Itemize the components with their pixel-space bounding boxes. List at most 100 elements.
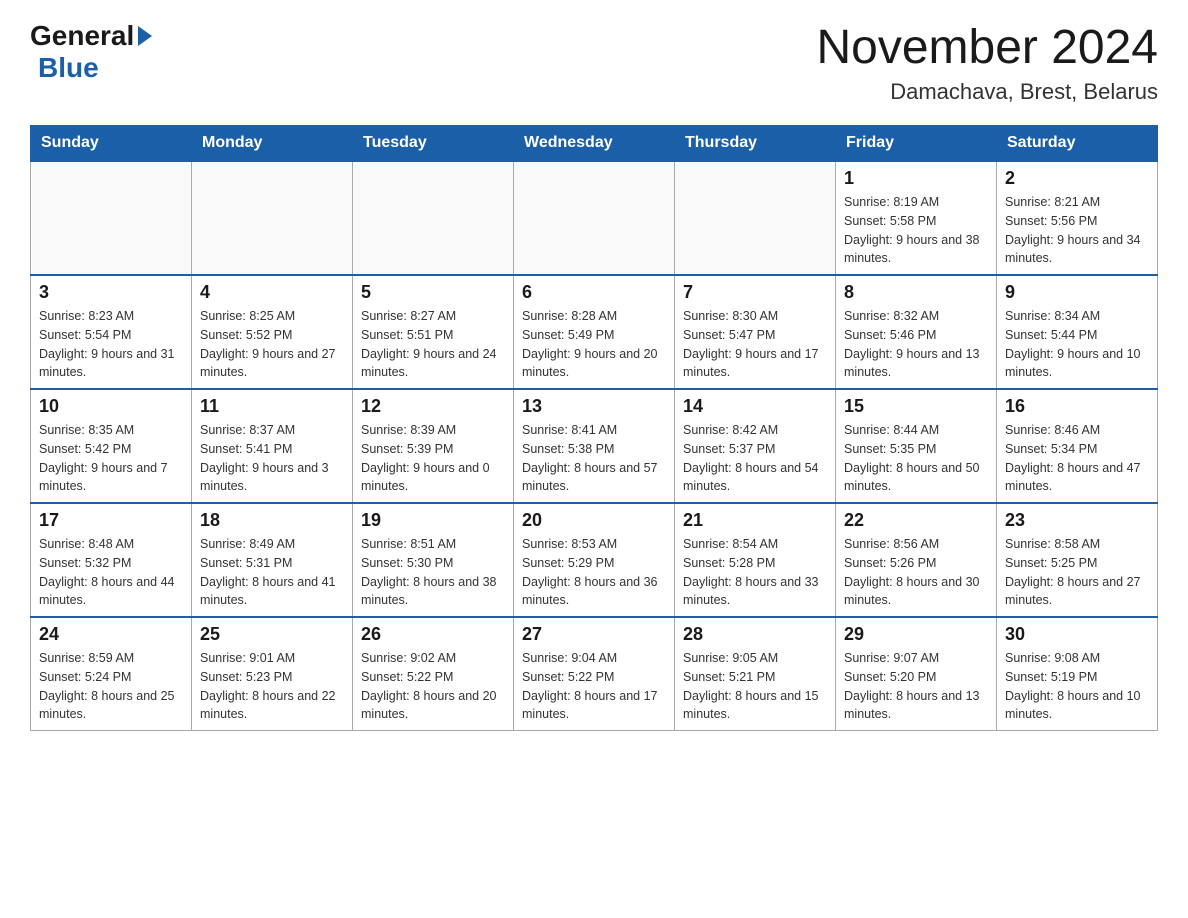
calendar-cell: 5 Sunrise: 8:27 AMSunset: 5:51 PMDaylight… xyxy=(353,275,514,389)
calendar-cell: 27 Sunrise: 9:04 AMSunset: 5:22 PMDayligh… xyxy=(514,617,675,731)
day-number: 27 xyxy=(522,624,666,645)
calendar-week-row: 3 Sunrise: 8:23 AMSunset: 5:54 PMDaylight… xyxy=(31,275,1158,389)
day-detail: Sunrise: 8:53 AMSunset: 5:29 PMDaylight:… xyxy=(522,535,666,610)
day-detail: Sunrise: 8:37 AMSunset: 5:41 PMDaylight:… xyxy=(200,421,344,496)
day-number: 28 xyxy=(683,624,827,645)
header-row: Sunday Monday Tuesday Wednesday Thursday… xyxy=(31,126,1158,162)
calendar-cell: 10 Sunrise: 8:35 AMSunset: 5:42 PMDayligh… xyxy=(31,389,192,503)
calendar-cell: 28 Sunrise: 9:05 AMSunset: 5:21 PMDayligh… xyxy=(675,617,836,731)
day-number: 30 xyxy=(1005,624,1149,645)
header-saturday: Saturday xyxy=(997,126,1158,162)
calendar-cell: 2 Sunrise: 8:21 AMSunset: 5:56 PMDaylight… xyxy=(997,161,1158,275)
header-thursday: Thursday xyxy=(675,126,836,162)
day-number: 5 xyxy=(361,282,505,303)
calendar-cell: 30Sunrise: 9:08 AMSunset: 5:19 PMDayligh… xyxy=(997,617,1158,731)
calendar-week-row: 24Sunrise: 8:59 AMSunset: 5:24 PMDayligh… xyxy=(31,617,1158,731)
day-detail: Sunrise: 8:19 AMSunset: 5:58 PMDaylight:… xyxy=(844,193,988,268)
day-number: 7 xyxy=(683,282,827,303)
day-detail: Sunrise: 8:21 AMSunset: 5:56 PMDaylight:… xyxy=(1005,193,1149,268)
day-number: 11 xyxy=(200,396,344,417)
month-title: November 2024 xyxy=(816,20,1158,75)
day-number: 9 xyxy=(1005,282,1149,303)
header-tuesday: Tuesday xyxy=(353,126,514,162)
logo-arrow-icon xyxy=(138,26,152,46)
calendar-cell xyxy=(192,161,353,275)
calendar-cell: 11 Sunrise: 8:37 AMSunset: 5:41 PMDayligh… xyxy=(192,389,353,503)
day-detail: Sunrise: 8:56 AMSunset: 5:26 PMDaylight:… xyxy=(844,535,988,610)
calendar-cell: 24Sunrise: 8:59 AMSunset: 5:24 PMDayligh… xyxy=(31,617,192,731)
calendar-cell: 19Sunrise: 8:51 AMSunset: 5:30 PMDayligh… xyxy=(353,503,514,617)
calendar-cell xyxy=(353,161,514,275)
day-number: 24 xyxy=(39,624,183,645)
logo-blue-text: Blue xyxy=(38,52,99,83)
day-detail: Sunrise: 9:05 AMSunset: 5:21 PMDaylight:… xyxy=(683,649,827,724)
day-number: 13 xyxy=(522,396,666,417)
day-number: 15 xyxy=(844,396,988,417)
calendar-cell: 14 Sunrise: 8:42 AMSunset: 5:37 PMDayligh… xyxy=(675,389,836,503)
calendar-cell xyxy=(675,161,836,275)
day-number: 3 xyxy=(39,282,183,303)
day-number: 29 xyxy=(844,624,988,645)
calendar-cell: 8 Sunrise: 8:32 AMSunset: 5:46 PMDaylight… xyxy=(836,275,997,389)
day-number: 14 xyxy=(683,396,827,417)
day-number: 16 xyxy=(1005,396,1149,417)
calendar-cell: 3 Sunrise: 8:23 AMSunset: 5:54 PMDaylight… xyxy=(31,275,192,389)
calendar-cell: 17Sunrise: 8:48 AMSunset: 5:32 PMDayligh… xyxy=(31,503,192,617)
calendar-cell: 4 Sunrise: 8:25 AMSunset: 5:52 PMDaylight… xyxy=(192,275,353,389)
day-detail: Sunrise: 8:51 AMSunset: 5:30 PMDaylight:… xyxy=(361,535,505,610)
location-subtitle: Damachava, Brest, Belarus xyxy=(816,79,1158,105)
title-area: November 2024 Damachava, Brest, Belarus xyxy=(816,20,1158,105)
day-detail: Sunrise: 8:28 AMSunset: 5:49 PMDaylight:… xyxy=(522,307,666,382)
day-detail: Sunrise: 8:49 AMSunset: 5:31 PMDaylight:… xyxy=(200,535,344,610)
day-detail: Sunrise: 9:04 AMSunset: 5:22 PMDaylight:… xyxy=(522,649,666,724)
day-detail: Sunrise: 8:44 AMSunset: 5:35 PMDaylight:… xyxy=(844,421,988,496)
calendar-cell: 21 Sunrise: 8:54 AMSunset: 5:28 PMDayligh… xyxy=(675,503,836,617)
day-number: 10 xyxy=(39,396,183,417)
day-detail: Sunrise: 8:25 AMSunset: 5:52 PMDaylight:… xyxy=(200,307,344,382)
day-number: 23 xyxy=(1005,510,1149,531)
day-number: 4 xyxy=(200,282,344,303)
day-detail: Sunrise: 8:32 AMSunset: 5:46 PMDaylight:… xyxy=(844,307,988,382)
calendar-cell xyxy=(31,161,192,275)
calendar-cell: 1 Sunrise: 8:19 AMSunset: 5:58 PMDaylight… xyxy=(836,161,997,275)
day-detail: Sunrise: 8:42 AMSunset: 5:37 PMDaylight:… xyxy=(683,421,827,496)
calendar-header: Sunday Monday Tuesday Wednesday Thursday… xyxy=(31,126,1158,162)
calendar-cell: 20Sunrise: 8:53 AMSunset: 5:29 PMDayligh… xyxy=(514,503,675,617)
calendar-table: Sunday Monday Tuesday Wednesday Thursday… xyxy=(30,125,1158,731)
calendar-cell: 23 Sunrise: 8:58 AMSunset: 5:25 PMDayligh… xyxy=(997,503,1158,617)
day-number: 1 xyxy=(844,168,988,189)
calendar-cell: 12Sunrise: 8:39 AMSunset: 5:39 PMDayligh… xyxy=(353,389,514,503)
calendar-week-row: 10 Sunrise: 8:35 AMSunset: 5:42 PMDayligh… xyxy=(31,389,1158,503)
calendar-cell: 26Sunrise: 9:02 AMSunset: 5:22 PMDayligh… xyxy=(353,617,514,731)
day-number: 22 xyxy=(844,510,988,531)
day-detail: Sunrise: 8:35 AMSunset: 5:42 PMDaylight:… xyxy=(39,421,183,496)
day-detail: Sunrise: 9:02 AMSunset: 5:22 PMDaylight:… xyxy=(361,649,505,724)
page-header: General Blue November 2024 Damachava, Br… xyxy=(30,20,1158,105)
day-detail: Sunrise: 8:23 AMSunset: 5:54 PMDaylight:… xyxy=(39,307,183,382)
calendar-cell: 18 Sunrise: 8:49 AMSunset: 5:31 PMDayligh… xyxy=(192,503,353,617)
day-detail: Sunrise: 8:58 AMSunset: 5:25 PMDaylight:… xyxy=(1005,535,1149,610)
logo-text: General xyxy=(30,20,154,52)
day-detail: Sunrise: 8:34 AMSunset: 5:44 PMDaylight:… xyxy=(1005,307,1149,382)
header-sunday: Sunday xyxy=(31,126,192,162)
day-number: 18 xyxy=(200,510,344,531)
day-detail: Sunrise: 8:41 AMSunset: 5:38 PMDaylight:… xyxy=(522,421,666,496)
day-number: 6 xyxy=(522,282,666,303)
calendar-cell: 7Sunrise: 8:30 AMSunset: 5:47 PMDaylight… xyxy=(675,275,836,389)
day-number: 8 xyxy=(844,282,988,303)
header-monday: Monday xyxy=(192,126,353,162)
header-wednesday: Wednesday xyxy=(514,126,675,162)
calendar-cell: 15 Sunrise: 8:44 AMSunset: 5:35 PMDayligh… xyxy=(836,389,997,503)
day-number: 21 xyxy=(683,510,827,531)
day-detail: Sunrise: 8:54 AMSunset: 5:28 PMDaylight:… xyxy=(683,535,827,610)
day-detail: Sunrise: 9:01 AMSunset: 5:23 PMDaylight:… xyxy=(200,649,344,724)
calendar-cell: 25 Sunrise: 9:01 AMSunset: 5:23 PMDayligh… xyxy=(192,617,353,731)
day-detail: Sunrise: 8:27 AMSunset: 5:51 PMDaylight:… xyxy=(361,307,505,382)
calendar-cell: 16Sunrise: 8:46 AMSunset: 5:34 PMDayligh… xyxy=(997,389,1158,503)
calendar-cell: 9 Sunrise: 8:34 AMSunset: 5:44 PMDaylight… xyxy=(997,275,1158,389)
day-number: 2 xyxy=(1005,168,1149,189)
calendar-cell: 13 Sunrise: 8:41 AMSunset: 5:38 PMDayligh… xyxy=(514,389,675,503)
calendar-week-row: 1 Sunrise: 8:19 AMSunset: 5:58 PMDaylight… xyxy=(31,161,1158,275)
day-number: 17 xyxy=(39,510,183,531)
day-number: 25 xyxy=(200,624,344,645)
